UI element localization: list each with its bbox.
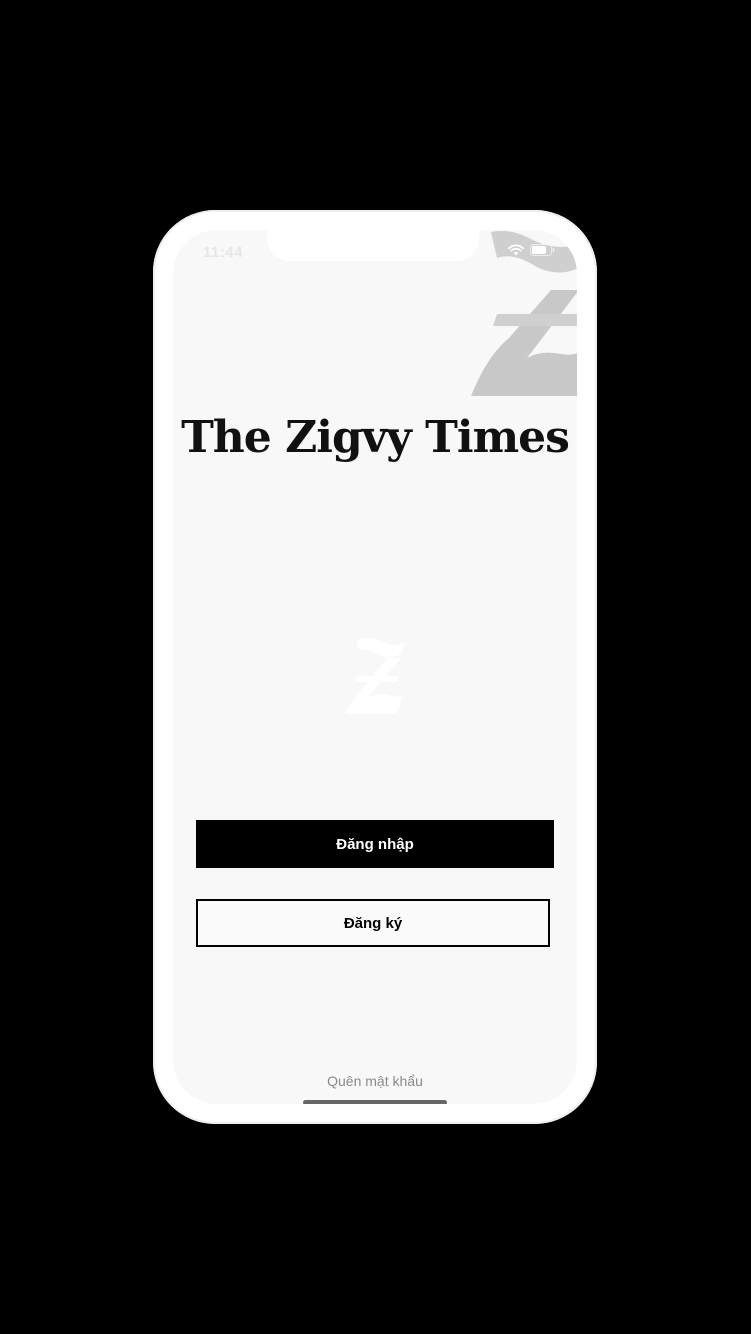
- watermark-z-icon: [343, 636, 407, 718]
- status-time: 11:44: [203, 244, 244, 261]
- home-indicator[interactable]: [303, 1100, 447, 1104]
- register-button[interactable]: Đăng ký: [196, 899, 550, 947]
- device-notch: [267, 230, 479, 261]
- phone-frame: 11:44 The Zigvy Times Đăng nhập Đăng ký …: [153, 210, 597, 1124]
- login-button[interactable]: Đăng nhập: [196, 820, 554, 868]
- app-logo-wordmark: The Zigvy Times: [181, 412, 570, 463]
- status-icons: [508, 244, 555, 256]
- forgot-password-link[interactable]: Quên mật khẩu: [173, 1073, 577, 1089]
- wifi-icon: [508, 244, 524, 256]
- app-screen: 11:44 The Zigvy Times Đăng nhập Đăng ký …: [173, 230, 577, 1104]
- stage: 11:44 The Zigvy Times Đăng nhập Đăng ký …: [0, 0, 751, 1334]
- battery-icon: [530, 244, 555, 256]
